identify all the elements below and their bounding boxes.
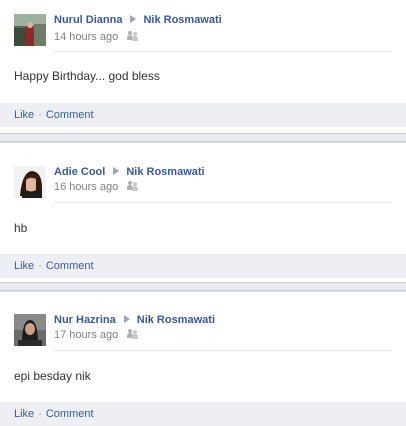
friends-privacy-icon[interactable] — [127, 329, 139, 339]
comment-link[interactable]: Comment — [46, 109, 94, 121]
post-actions-bar: Like · Comment — [0, 103, 406, 127]
arrow-right-icon — [123, 315, 130, 323]
avatar[interactable] — [14, 166, 46, 198]
divider — [54, 202, 392, 203]
arrow-right-icon — [113, 167, 120, 175]
recipient-link[interactable]: Nik Rosmawati — [137, 314, 215, 326]
post-message: hb — [14, 221, 28, 235]
post-gap — [0, 133, 406, 142]
avatar[interactable] — [14, 314, 46, 346]
post-message: epi besday nik — [14, 369, 91, 383]
post-gap — [0, 282, 406, 291]
author-link[interactable]: Nur Hazrina — [54, 314, 116, 326]
post-message: Happy Birthday... god bless — [14, 69, 160, 83]
separator: · — [38, 408, 42, 420]
author-link[interactable]: Adie Cool — [54, 166, 105, 178]
recipient-link[interactable]: Nik Rosmawati — [126, 166, 204, 178]
separator: · — [38, 109, 42, 121]
post-actions-bar: Like · Comment — [0, 254, 406, 278]
wall-post: Nur Hazrina Nik Rosmawati 17 hours ago ep… — [0, 291, 406, 426]
arrow-right-icon — [130, 15, 137, 23]
like-link[interactable]: Like — [14, 408, 34, 420]
recipient-link[interactable]: Nik Rosmawati — [143, 14, 221, 26]
like-link[interactable]: Like — [14, 260, 34, 272]
divider — [54, 51, 392, 52]
divider — [54, 350, 392, 351]
comment-link[interactable]: Comment — [46, 408, 94, 420]
author-link[interactable]: Nurul Dianna — [54, 14, 122, 26]
timestamp-text[interactable]: 17 hours ago — [54, 329, 118, 341]
post-header: Nur Hazrina Nik Rosmawati — [54, 314, 215, 326]
timestamp-text[interactable]: 16 hours ago — [54, 181, 118, 193]
post-timestamp: 14 hours ago — [54, 31, 139, 43]
post-timestamp: 16 hours ago — [54, 181, 139, 193]
post-header: Adie Cool Nik Rosmawati — [54, 166, 205, 178]
like-link[interactable]: Like — [14, 109, 34, 121]
friends-privacy-icon[interactable] — [127, 31, 139, 41]
post-timestamp: 17 hours ago — [54, 329, 139, 341]
separator: · — [38, 260, 42, 272]
post-header: Nurul Dianna Nik Rosmawati — [54, 14, 222, 26]
friends-privacy-icon[interactable] — [127, 181, 139, 191]
avatar[interactable] — [14, 14, 46, 46]
comment-link[interactable]: Comment — [46, 260, 94, 272]
wall-post: Adie Cool Nik Rosmawati 16 hours ago hb L… — [0, 142, 406, 278]
post-actions-bar: Like · Comment — [0, 402, 406, 426]
timestamp-text[interactable]: 14 hours ago — [54, 31, 118, 43]
wall-post: Nurul Dianna Nik Rosmawati 14 hours ago H… — [0, 0, 406, 132]
